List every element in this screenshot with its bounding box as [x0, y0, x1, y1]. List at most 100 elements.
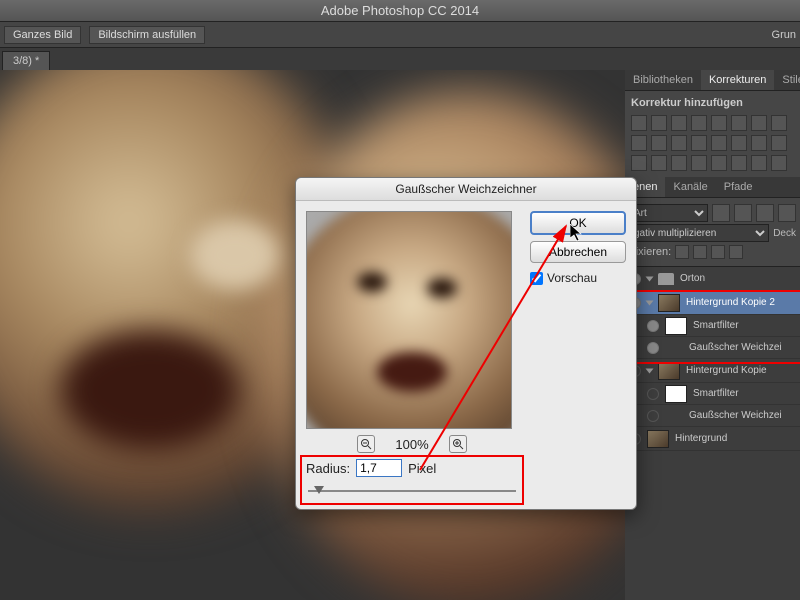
- layer-hintergrund-kopie[interactable]: Hintergrund Kopie: [625, 359, 800, 383]
- fit-screen-button[interactable]: Ganzes Bild: [4, 26, 81, 44]
- adj-icon-20[interactable]: [691, 155, 707, 171]
- adj-bw-icon[interactable]: [751, 115, 767, 131]
- disclosure-triangle-icon[interactable]: [646, 300, 654, 305]
- opacity-label: Deck: [773, 228, 796, 239]
- tab-korrekturen[interactable]: Korrekturen: [701, 70, 774, 90]
- adjustments-grid: [631, 115, 794, 171]
- app-title: Adobe Photoshop CC 2014: [321, 3, 479, 18]
- layer-name: Smartfilter: [693, 320, 796, 331]
- layer-hintergrund[interactable]: Hintergrund: [625, 427, 800, 451]
- adj-icon-17[interactable]: [631, 155, 647, 171]
- layer-smartfilter-2[interactable]: Smartfilter: [625, 383, 800, 405]
- radius-slider[interactable]: [306, 483, 518, 499]
- adj-icon-22[interactable]: [731, 155, 747, 171]
- layer-thumbnail[interactable]: [658, 362, 680, 380]
- tab-stile[interactable]: Stile: [774, 70, 800, 90]
- adj-posterize-icon[interactable]: [691, 135, 707, 151]
- lock-all-icon[interactable]: [729, 245, 743, 259]
- preview-checkbox[interactable]: [530, 272, 543, 285]
- layer-list: Orton Hintergrund Kopie 2 Smartfilter: [625, 266, 800, 600]
- adj-brightness-icon[interactable]: [631, 115, 647, 131]
- adj-icon-18[interactable]: [651, 155, 667, 171]
- adj-channel-mixer-icon[interactable]: [631, 135, 647, 151]
- preview-checkbox-row[interactable]: Vorschau: [530, 271, 626, 285]
- adj-selective-color-icon[interactable]: [751, 135, 767, 151]
- adjustments-label: Korrektur hinzufügen: [631, 97, 794, 109]
- filter-adjust-icon[interactable]: [734, 204, 752, 222]
- fill-screen-button[interactable]: Bildschirm ausfüllen: [89, 26, 205, 44]
- preview-checkbox-label: Vorschau: [547, 271, 597, 285]
- layer-effect-gauss-2[interactable]: Gaußscher Weichzei: [625, 405, 800, 427]
- zoom-out-button[interactable]: [357, 435, 375, 453]
- adjustments-panel: Korrektur hinzufügen: [625, 91, 800, 177]
- slider-track: [308, 490, 516, 492]
- filter-shape-icon[interactable]: [778, 204, 796, 222]
- folder-icon: [658, 273, 674, 285]
- adj-hue-icon[interactable]: [731, 115, 747, 131]
- layer-effect-name: Gaußscher Weichzei: [665, 410, 796, 421]
- layer-name: Hintergrund Kopie: [686, 365, 796, 376]
- document-tab[interactable]: 3/8) *: [2, 51, 50, 70]
- layer-name: Hintergrund: [675, 433, 796, 444]
- adj-levels-icon[interactable]: [651, 115, 667, 131]
- layer-effect-name: Gaußscher Weichzei: [665, 342, 796, 353]
- radius-label: Radius:: [306, 461, 350, 476]
- cancel-button[interactable]: Abbrechen: [530, 241, 626, 263]
- adj-icon-19[interactable]: [671, 155, 687, 171]
- adj-curves-icon[interactable]: [671, 115, 687, 131]
- slider-thumb[interactable]: [314, 486, 324, 494]
- adj-vibrance-icon[interactable]: [711, 115, 727, 131]
- layer-hintergrund-kopie-2[interactable]: Hintergrund Kopie 2: [625, 291, 800, 315]
- lock-position-icon[interactable]: [711, 245, 725, 259]
- filter-pixel-icon[interactable]: [712, 204, 730, 222]
- layer-name: Smartfilter: [693, 388, 796, 399]
- lock-image-icon[interactable]: [693, 245, 707, 259]
- layer-name: Hintergrund Kopie 2: [686, 297, 796, 308]
- filter-mask-thumbnail[interactable]: [665, 317, 687, 335]
- filter-type-icon[interactable]: [756, 204, 774, 222]
- layer-group-orton[interactable]: Orton: [625, 267, 800, 291]
- layer-thumbnail[interactable]: [658, 294, 680, 312]
- tab-bibliotheken[interactable]: Bibliotheken: [625, 70, 701, 90]
- radius-unit: Pixel: [408, 461, 436, 476]
- zoom-in-button[interactable]: [449, 435, 467, 453]
- adj-color-lookup-icon[interactable]: [651, 135, 667, 151]
- visibility-toggle-icon[interactable]: [647, 320, 659, 332]
- document-tabstrip: 3/8) *: [0, 48, 800, 70]
- zoom-level: 100%: [395, 437, 428, 452]
- tab-kanaele[interactable]: Kanäle: [665, 177, 715, 197]
- blend-mode-select[interactable]: gativ multiplizieren: [629, 224, 769, 242]
- layers-panel-controls: Art gativ multiplizieren Deck Fixieren:: [625, 198, 800, 266]
- adjustments-tabs: Bibliotheken Korrekturen Stile: [625, 70, 800, 91]
- layers-tabs: enen Kanäle Pfade: [625, 177, 800, 198]
- adj-photo-filter-icon[interactable]: [771, 115, 787, 131]
- lock-transparency-icon[interactable]: [675, 245, 689, 259]
- tab-pfade[interactable]: Pfade: [716, 177, 761, 197]
- filter-mask-thumbnail[interactable]: [665, 385, 687, 403]
- visibility-toggle-icon[interactable]: [647, 410, 659, 422]
- filter-kind-select[interactable]: Art: [629, 204, 708, 222]
- layer-smartfilter-1[interactable]: Smartfilter: [625, 315, 800, 337]
- dialog-preview[interactable]: [306, 211, 512, 429]
- lock-controls: Fixieren:: [629, 245, 796, 259]
- adj-threshold-icon[interactable]: [711, 135, 727, 151]
- adj-exposure-icon[interactable]: [691, 115, 707, 131]
- right-panels: Bibliotheken Korrekturen Stile Korrektur…: [625, 70, 800, 600]
- disclosure-triangle-icon[interactable]: [646, 276, 654, 281]
- visibility-toggle-icon[interactable]: [647, 342, 659, 354]
- layer-thumbnail[interactable]: [647, 430, 669, 448]
- adj-icon-24[interactable]: [771, 155, 787, 171]
- disclosure-triangle-icon[interactable]: [646, 368, 654, 373]
- adj-icon-16[interactable]: [771, 135, 787, 151]
- layer-effect-gauss-1[interactable]: Gaußscher Weichzei: [625, 337, 800, 359]
- layer-name: Orton: [680, 273, 796, 284]
- adj-icon-23[interactable]: [751, 155, 767, 171]
- radius-input[interactable]: [356, 459, 402, 477]
- dialog-title: Gaußscher Weichzeichner: [296, 178, 636, 201]
- adj-gradient-map-icon[interactable]: [731, 135, 747, 151]
- toolbar-right-fragment: Grun: [772, 29, 796, 41]
- adj-invert-icon[interactable]: [671, 135, 687, 151]
- options-bar: Ganzes Bild Bildschirm ausfüllen Grun: [0, 22, 800, 48]
- visibility-toggle-icon[interactable]: [647, 388, 659, 400]
- adj-icon-21[interactable]: [711, 155, 727, 171]
